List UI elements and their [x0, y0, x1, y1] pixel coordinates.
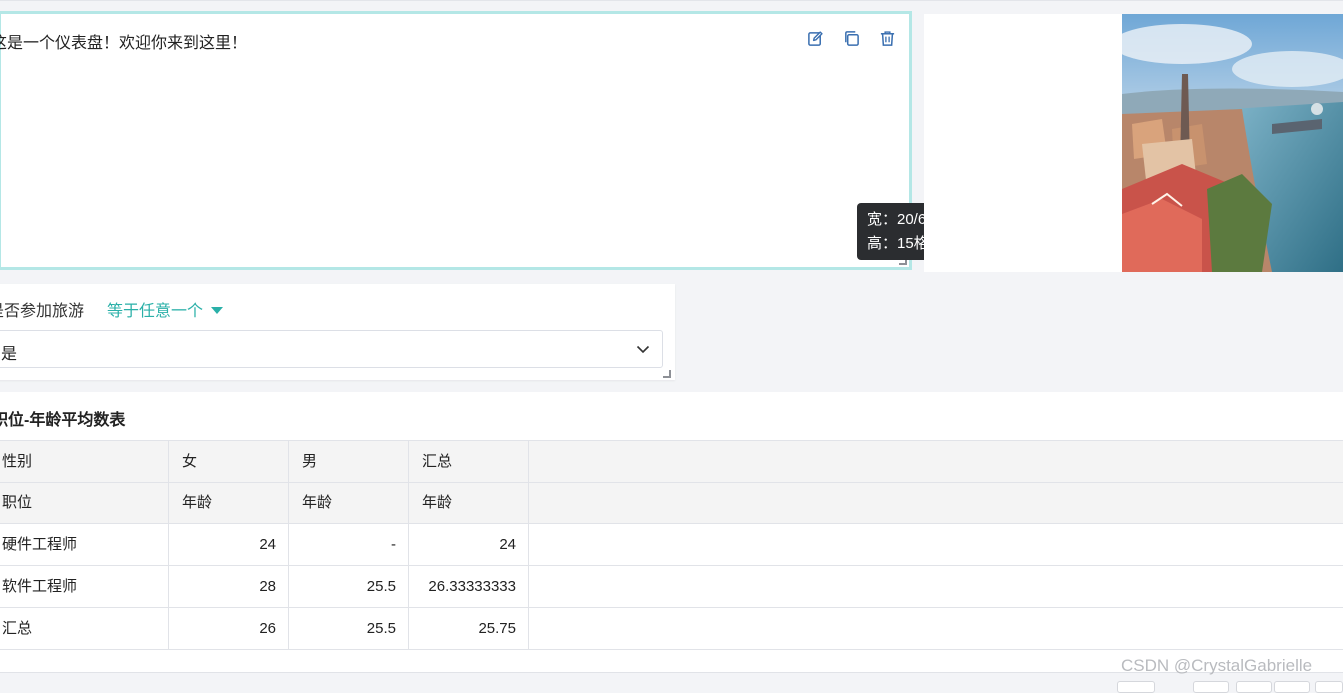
header-cell: 年龄: [289, 483, 409, 523]
header-cell: 男: [289, 441, 409, 482]
filter-operator-dropdown[interactable]: 等于任意一个: [107, 297, 224, 321]
header-cell: 性别: [0, 441, 169, 482]
pivot-table-card: 职位-年龄平均数表 性别 女 男 汇总 职位 年龄 年龄 年龄 硬件工程师 24…: [0, 392, 1343, 672]
filter-operator-label: 等于任意一个: [107, 303, 204, 320]
edit-icon: [807, 30, 823, 46]
header-cell: 年龄: [169, 483, 289, 523]
table-cell: 25.5: [289, 566, 409, 607]
caret-down-icon: [211, 306, 224, 314]
pagination-button[interactable]: [1236, 681, 1272, 693]
header-cell: 汇总: [409, 441, 529, 482]
table-cell: 25.75: [409, 608, 529, 649]
header-cell: 职位: [0, 483, 169, 523]
header-cell: 女: [169, 441, 289, 482]
table-row: 汇总 26 25.5 25.75: [0, 608, 1343, 650]
table-cell: 24: [169, 524, 289, 565]
table-cell: 25.5: [289, 608, 409, 649]
pagination-button[interactable]: [1117, 681, 1155, 693]
text-widget-content: 这是一个仪表盘！欢迎你来到这里！: [0, 35, 248, 52]
table-cell: 24: [409, 524, 529, 565]
filter-selected-value: 是: [1, 346, 18, 363]
table-cell: 26.33333333: [409, 566, 529, 607]
filter-value-select[interactable]: 是: [0, 330, 663, 368]
table-cell: -: [289, 524, 409, 565]
table-row: 软件工程师 28 25.5 26.33333333: [0, 566, 1343, 608]
text-widget-card[interactable]: 这是一个仪表盘！欢迎你来到这里！: [0, 11, 912, 270]
pivot-table-title: 职位-年龄平均数表: [0, 412, 126, 429]
chevron-down-icon: [636, 345, 650, 354]
table-header-row: 性别 女 男 汇总: [0, 441, 1343, 483]
pagination-button[interactable]: [1315, 681, 1343, 693]
delete-icon: [880, 30, 894, 46]
filter-widget-card: 是否参加旅游 等于任意一个 是: [0, 284, 675, 380]
table-cell: 软件工程师: [0, 566, 169, 607]
delete-button[interactable]: [877, 28, 897, 48]
table-row: 硬件工程师 24 - 24: [0, 524, 1343, 566]
pivot-table: 性别 女 男 汇总 职位 年龄 年龄 年龄 硬件工程师 24 - 24 软件工程…: [0, 440, 1343, 650]
table-cell: 26: [169, 608, 289, 649]
image-widget-card[interactable]: [924, 14, 1343, 272]
card-toolbar: [805, 28, 897, 48]
table-cell: 28: [169, 566, 289, 607]
pagination-button[interactable]: [1274, 681, 1310, 693]
table-cell: 硬件工程师: [0, 524, 169, 565]
pagination-button[interactable]: [1193, 681, 1229, 693]
copy-button[interactable]: [841, 28, 861, 48]
copy-icon: [844, 30, 859, 46]
resize-handle[interactable]: [663, 370, 671, 378]
header-cell: 年龄: [409, 483, 529, 523]
table-cell: 汇总: [0, 608, 169, 649]
top-divider: [0, 0, 1343, 1]
city-harbor-image: [1122, 14, 1343, 272]
table-header-row: 职位 年龄 年龄 年龄: [0, 483, 1343, 524]
filter-field-label: 是否参加旅游: [0, 303, 85, 320]
watermark-text: CSDN @CrystalGabrielle: [1121, 656, 1313, 675]
edit-button[interactable]: [805, 28, 825, 48]
